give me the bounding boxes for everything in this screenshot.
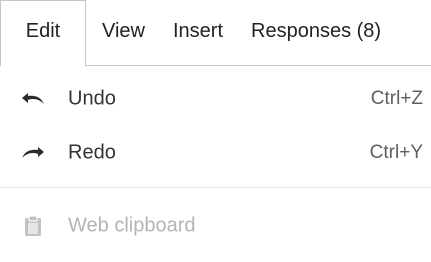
menu-item-undo-shortcut: Ctrl+Z bbox=[370, 88, 423, 109]
menu-responses-label: Responses (8) bbox=[251, 19, 382, 42]
menu-edit[interactable]: Edit bbox=[0, 0, 86, 66]
app-root: Edit View Insert Responses (8) Undo Ctrl… bbox=[0, 0, 431, 262]
menu-insert-label: Insert bbox=[173, 19, 224, 42]
menu-edit-label: Edit bbox=[25, 20, 61, 42]
menu-view-label: View bbox=[102, 19, 145, 42]
menu-item-redo-shortcut: Ctrl+Y bbox=[369, 142, 423, 163]
edit-dropdown-menu: Undo Ctrl+Z Redo Ctrl+Y Web clipboard bbox=[0, 65, 431, 262]
menu-view[interactable]: View bbox=[86, 0, 145, 66]
menu-divider bbox=[0, 187, 431, 188]
menu-item-undo[interactable]: Undo Ctrl+Z bbox=[0, 72, 431, 126]
menu-item-web-clipboard: Web clipboard bbox=[0, 199, 431, 253]
menu-item-redo-label: Redo bbox=[68, 141, 116, 164]
clipboard-icon bbox=[20, 215, 46, 237]
redo-icon bbox=[20, 142, 46, 164]
menu-item-undo-label: Undo bbox=[68, 87, 116, 110]
menu-responses[interactable]: Responses (8) bbox=[223, 0, 381, 66]
menu-insert[interactable]: Insert bbox=[145, 0, 223, 66]
menu-item-redo[interactable]: Redo Ctrl+Y bbox=[0, 126, 431, 180]
menu-item-web-clipboard-label: Web clipboard bbox=[68, 214, 196, 237]
menu-bar: Edit View Insert Responses (8) bbox=[0, 0, 431, 66]
undo-icon bbox=[20, 88, 46, 110]
